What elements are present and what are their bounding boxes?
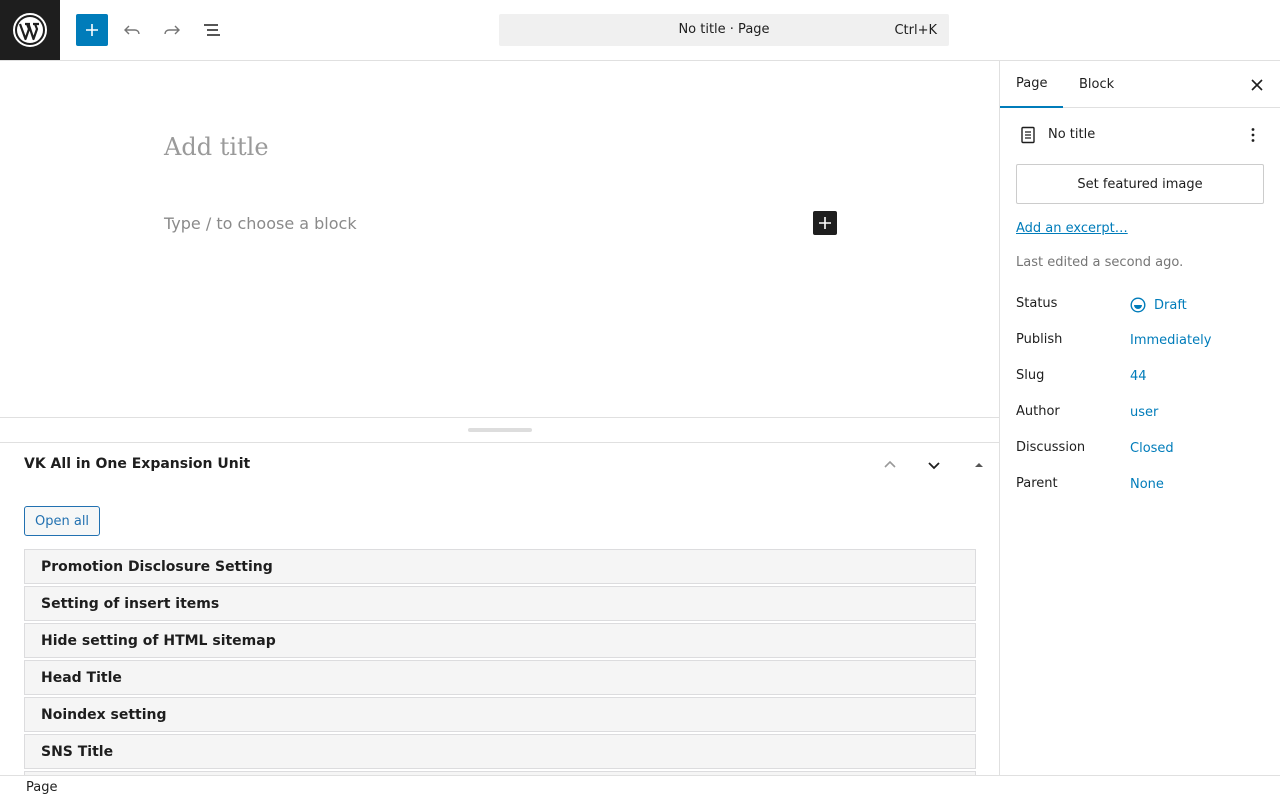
tab-page[interactable]: Page bbox=[1000, 61, 1064, 108]
settings-item-noindex[interactable]: Noindex setting bbox=[24, 697, 976, 732]
editor-footer: Page bbox=[0, 775, 1280, 800]
sidebar-tabs: Page Block bbox=[1000, 61, 1280, 108]
meta-box-title: VK All in One Expansion Unit bbox=[24, 456, 251, 472]
wordpress-logo-icon[interactable] bbox=[0, 0, 60, 60]
settings-sidebar: Page Block No title Set featured image A… bbox=[999, 61, 1280, 775]
document-summary: No title bbox=[1016, 123, 1265, 147]
redo-icon bbox=[164, 25, 180, 35]
command-bar-title: No title · Page bbox=[678, 22, 770, 37]
meta-boxes-resize-handle[interactable] bbox=[468, 428, 532, 432]
property-slug: Slug 44 bbox=[1016, 365, 1266, 401]
property-status: Status Draft bbox=[1016, 293, 1266, 329]
editor-header: No title · Page Ctrl+K bbox=[0, 0, 1280, 61]
page-document-icon bbox=[1016, 123, 1040, 147]
settings-item-sns-title[interactable]: SNS Title bbox=[24, 734, 976, 769]
undo-button[interactable] bbox=[116, 14, 148, 46]
more-vertical-icon bbox=[1251, 128, 1255, 142]
chevron-up-icon bbox=[884, 460, 896, 468]
move-down-button[interactable] bbox=[922, 453, 946, 477]
toggle-panel-button[interactable] bbox=[967, 453, 991, 477]
property-label: Parent bbox=[1016, 476, 1058, 491]
last-edited-text: Last edited a second ago. bbox=[1016, 255, 1184, 270]
plus-icon bbox=[819, 217, 831, 229]
editor-canvas: Add title Type / to choose a block bbox=[0, 61, 999, 417]
settings-item-insert-items[interactable]: Setting of insert items bbox=[24, 586, 976, 621]
status-toggle[interactable]: Draft bbox=[1130, 297, 1187, 313]
chevron-down-icon bbox=[928, 462, 940, 470]
tab-block[interactable]: Block bbox=[1063, 61, 1130, 108]
document-title: No title bbox=[1048, 127, 1096, 142]
list-view-icon bbox=[204, 24, 220, 36]
undo-icon bbox=[124, 25, 140, 35]
property-discussion: Discussion Closed bbox=[1016, 437, 1266, 473]
move-up-button[interactable] bbox=[878, 453, 902, 477]
triangle-up-icon bbox=[975, 463, 983, 467]
close-sidebar-button[interactable] bbox=[1245, 73, 1269, 97]
block-inserter-button[interactable] bbox=[76, 14, 108, 46]
property-value: Draft bbox=[1154, 297, 1187, 313]
redo-button[interactable] bbox=[156, 14, 188, 46]
settings-item-head-title[interactable]: Head Title bbox=[24, 660, 976, 695]
parent-toggle[interactable]: None bbox=[1130, 477, 1164, 492]
command-bar-shortcut: Ctrl+K bbox=[894, 23, 937, 38]
property-author: Author user bbox=[1016, 401, 1266, 437]
block-appender-placeholder[interactable]: Type / to choose a block bbox=[164, 214, 357, 233]
meta-box-settings-list: Promotion Disclosure Setting Setting of … bbox=[24, 549, 976, 775]
slug-toggle[interactable]: 44 bbox=[1130, 369, 1147, 384]
open-all-button[interactable]: Open all bbox=[24, 506, 101, 536]
plus-icon bbox=[86, 24, 98, 36]
property-label: Slug bbox=[1016, 368, 1045, 383]
close-icon bbox=[1251, 79, 1263, 91]
meta-boxes-resize-strip bbox=[0, 417, 999, 443]
draft-status-icon bbox=[1130, 297, 1146, 313]
property-label: Discussion bbox=[1016, 440, 1086, 455]
vk-expansion-meta-box: VK All in One Expansion Unit Open all Pr… bbox=[0, 443, 999, 775]
settings-item-promotion-disclosure[interactable]: Promotion Disclosure Setting bbox=[24, 549, 976, 584]
inline-block-inserter-button[interactable] bbox=[813, 211, 837, 235]
document-actions-button[interactable] bbox=[1241, 123, 1265, 147]
property-label: Author bbox=[1016, 404, 1060, 419]
add-excerpt-link[interactable]: Add an excerpt… bbox=[1016, 221, 1128, 236]
property-publish: Publish Immediately bbox=[1016, 329, 1266, 365]
author-toggle[interactable]: user bbox=[1130, 405, 1158, 420]
post-title-input[interactable]: Add title bbox=[164, 133, 269, 161]
post-properties: Status Draft Publish Immediately Slug 44… bbox=[1016, 293, 1266, 509]
breadcrumb[interactable]: Page bbox=[26, 780, 57, 795]
property-label: Publish bbox=[1016, 332, 1063, 347]
property-parent: Parent None bbox=[1016, 473, 1266, 509]
document-overview-button[interactable] bbox=[196, 14, 228, 46]
set-featured-image-button[interactable]: Set featured image bbox=[1016, 164, 1264, 204]
publish-date-toggle[interactable]: Immediately bbox=[1130, 333, 1211, 348]
command-palette-bar[interactable]: No title · Page Ctrl+K bbox=[499, 14, 949, 46]
settings-item-html-sitemap[interactable]: Hide setting of HTML sitemap bbox=[24, 623, 976, 658]
property-label: Status bbox=[1016, 296, 1058, 311]
discussion-toggle[interactable]: Closed bbox=[1130, 441, 1174, 456]
